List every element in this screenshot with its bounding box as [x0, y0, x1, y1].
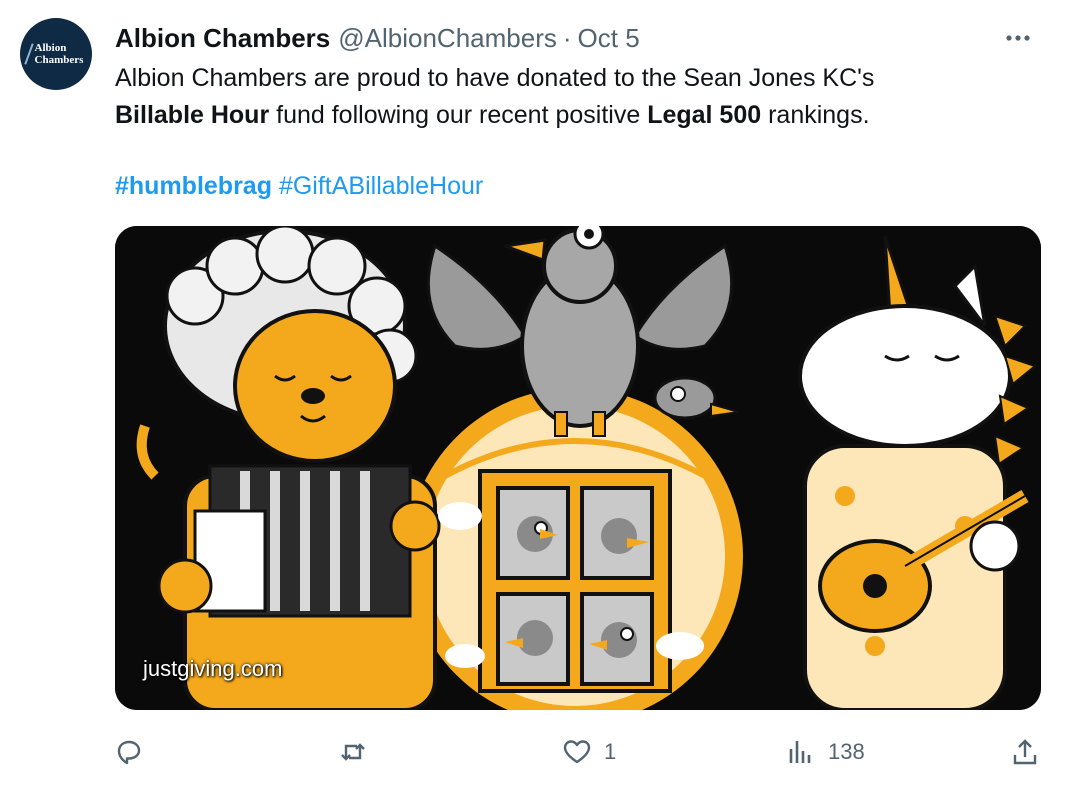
share-icon	[1013, 739, 1037, 765]
tweet-text-line-2: Billable Hour fund following our recent …	[115, 97, 1045, 134]
header-separator: ·	[562, 22, 572, 53]
retweet-button[interactable]	[338, 732, 380, 772]
like-count: 1	[604, 739, 617, 764]
author-handle[interactable]: @AlbionChambers	[338, 23, 557, 54]
avatar-logo: Albion Chambers	[23, 42, 84, 66]
tweet-text: Albion Chambers are proud to have donate…	[115, 60, 1045, 134]
hashtag-humblebrag[interactable]: #humblebrag	[115, 172, 272, 200]
analytics-icon	[789, 741, 811, 763]
like-button[interactable]: 1	[562, 732, 616, 772]
tweet-date[interactable]: Oct 5	[578, 23, 640, 54]
media-watermark: justgiving.com	[143, 656, 283, 681]
tweet-text-end: rankings.	[761, 101, 870, 129]
tweet-text-middle: fund following our recent positive	[269, 101, 648, 129]
tweet-text-line-1: Albion Chambers are proud to have donate…	[115, 64, 875, 92]
logo-slash-mark	[23, 43, 34, 65]
tweet-actions: 1 138	[110, 732, 1050, 772]
avatar[interactable]: Albion Chambers	[20, 18, 92, 90]
tweet: Albion Chambers Albion Chambers @AlbionC…	[0, 0, 1072, 798]
views-count: 138	[828, 739, 865, 764]
reply-icon	[117, 740, 141, 765]
tweet-header: Albion Chambers @AlbionChambers · Oct 5	[115, 22, 640, 54]
bold-billable-hour: Billable Hour	[115, 101, 270, 129]
more-horizontal-icon	[1006, 35, 1030, 41]
tweet-media-image[interactable]: justgiving.com	[115, 226, 1041, 710]
views-button[interactable]: 138	[786, 732, 865, 772]
retweet-icon	[341, 743, 365, 761]
illustration	[115, 226, 1041, 710]
avatar-logo-line-1: Albion	[34, 42, 67, 54]
hashtags: #humblebrag #GiftABillableHour	[115, 168, 483, 205]
bold-legal-500: Legal 500	[647, 101, 762, 129]
more-options-button[interactable]	[998, 20, 1038, 56]
share-button[interactable]	[1010, 732, 1040, 772]
hashtag-giftabillablehour[interactable]: #GiftABillableHour	[279, 172, 483, 200]
author-name[interactable]: Albion Chambers	[115, 23, 330, 54]
reply-button[interactable]	[114, 732, 144, 772]
heart-icon	[563, 740, 591, 764]
avatar-logo-line-2: Chambers	[34, 54, 84, 66]
